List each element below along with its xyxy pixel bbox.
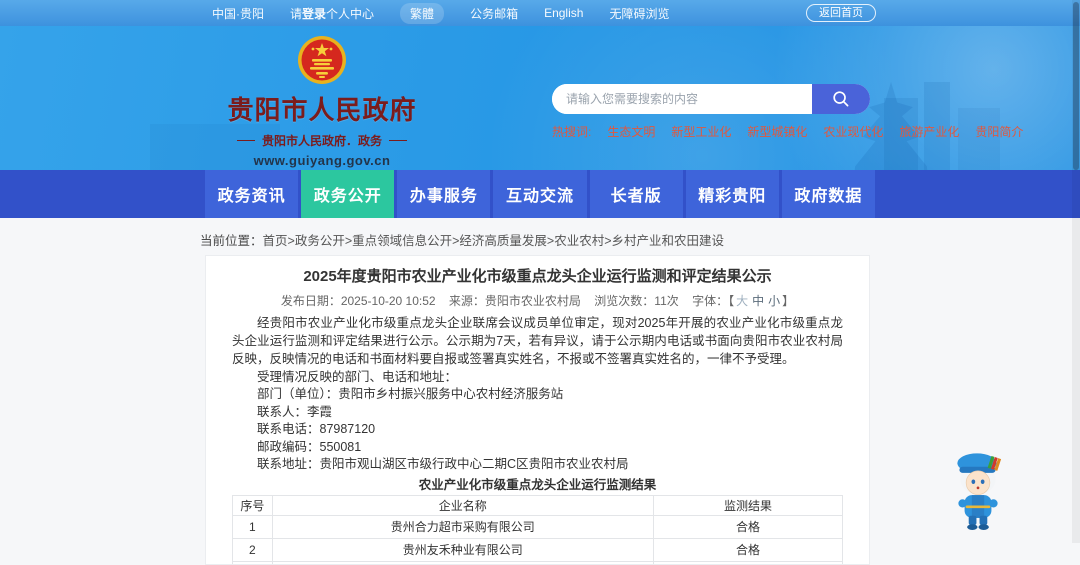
search-button[interactable] [812,84,870,114]
table-cell: 合格 [653,515,842,538]
page-body: 当前位置：首页>政务公开>重点领域信息公开>经济高质量发展>农业农村>乡村产业和… [0,218,1080,543]
topbar-login-link[interactable]: 请登录个人中心 [290,5,374,22]
site-name: 贵阳市人民政府 [222,90,422,127]
nav-item-elderly[interactable]: 长者版 [590,170,683,218]
topbar-link-english[interactable]: English [544,6,583,20]
assistant-mascot[interactable] [946,448,1010,534]
search-input[interactable] [552,84,812,114]
topbar-link-traditional[interactable]: 繁體 [400,3,444,24]
table-header-cell: 企业名称 [272,495,653,515]
article-body: 经贵阳市农业产业化市级重点龙头企业联席会议成员单位审定，现对2025年开展的农业… [232,314,843,474]
site-logo[interactable]: 贵阳市人民政府 贵阳市人民政府．政务 www.guiyang.gov.cn [222,34,422,168]
login-suffix: 个人中心 [326,7,374,21]
article-meta: 发布日期：2025-10-20 10:52 来源：贵阳市农业农村局 浏览次数：1… [232,294,843,308]
table-header-row: 序号 企业名称 监测结果 [233,495,843,515]
nav-item-services[interactable]: 办事服务 [397,170,490,218]
table-caption: 农业产业化市级重点龙头企业运行监测结果 [232,478,843,492]
topbar-link-mail[interactable]: 公务邮箱 [470,5,518,22]
table-cell: 贵州友禾种业有限公司 [272,538,653,561]
header-banner: 贵阳市人民政府 贵阳市人民政府．政务 www.guiyang.gov.cn 热搜… [0,26,1080,170]
search-bar [552,84,870,114]
publish-date: 发布日期：2025-10-20 10:52 [281,294,436,308]
table-cell: 合格 [653,561,842,565]
breadcrumb: 当前位置：首页>政务公开>重点领域信息公开>经济高质量发展>农业农村>乡村产业和… [200,230,724,249]
main-nav-bar: 政务资讯 政务公开 办事服务 互动交流 长者版 精彩贵阳 政府数据 [0,170,1080,218]
scrollbar-thumb[interactable] [1073,2,1079,170]
contact-line: 部门（单位）：贵阳市乡村振兴服务中心农村经济服务站 [232,386,843,404]
contact-line: 联系地址：贵阳市观山湖区市级行政中心二期C区贵阳市农业农村局 [232,456,843,474]
table-cell: 3 [233,561,273,565]
nav-item-data[interactable]: 政府数据 [782,170,875,218]
table-row: 1 贵州合力超市采购有限公司 合格 [233,515,843,538]
article-source: 来源：贵阳市农业农村局 [449,294,581,308]
topbar-link-region[interactable]: 中国·贵阳 [212,5,264,22]
breadcrumb-label: 当前位置： [200,234,263,248]
site-subtitle-text: 贵阳市人民政府．政务 [262,132,382,149]
hot-search-word[interactable]: 新型工业化 [671,123,731,140]
hot-search-word[interactable]: 旅游产业化 [899,123,959,140]
nav-item-news[interactable]: 政务资讯 [205,170,298,218]
table-row: 3 贵州松果鲜农产品有限公司 合格 [233,561,843,565]
article-title: 2025年度贵阳市农业产业化市级重点龙头企业运行监测和评定结果公示 [232,268,843,286]
table-cell: 贵州松果鲜农产品有限公司 [272,561,653,565]
site-subtitle: 贵阳市人民政府．政务 [222,132,422,149]
font-size-large[interactable]: 大 [736,294,748,308]
search-icon [831,89,851,109]
font-size-label-close: 】 [782,294,794,308]
table-header-cell: 监测结果 [653,495,842,515]
table-cell: 1 [233,515,273,538]
site-url: www.guiyang.gov.cn [222,153,422,168]
hot-search-label: 热搜词: [552,123,591,140]
article-paragraph: 受理情况反映的部门、电话和地址： [232,368,843,386]
nav-item-interaction[interactable]: 互动交流 [493,170,586,218]
breadcrumb-path[interactable]: 首页>政务公开>重点领域信息公开>经济高质量发展>农业农村>乡村产业和农田建设 [263,234,725,248]
article-card: 2025年度贵阳市农业产业化市级重点龙头企业运行监测和评定结果公示 发布日期：2… [205,255,870,565]
national-emblem-icon [296,34,348,88]
hot-search-word[interactable]: 农业现代化 [823,123,883,140]
table-row: 2 贵州友禾种业有限公司 合格 [233,538,843,561]
login-strong: 登录 [302,7,326,21]
view-count: 浏览次数：11次 [594,294,678,308]
hot-search-row: 热搜词: 生态文明 新型工业化 新型城镇化 农业现代化 旅游产业化 贵阳简介 [552,123,1023,140]
contact-line: 邮政编码：550081 [232,439,843,457]
results-table: 序号 企业名称 监测结果 1 贵州合力超市采购有限公司 合格 2 贵州友禾种业有… [232,495,843,565]
font-size-label: 字体：【 [692,294,734,308]
nav-item-highlights[interactable]: 精彩贵阳 [686,170,779,218]
hot-search-word[interactable]: 贵阳简介 [975,123,1023,140]
top-utility-bar: 中国·贵阳 请登录个人中心 繁體 公务邮箱 English 无障碍浏览 返回首页 [0,0,1080,26]
hot-search-word[interactable]: 新型城镇化 [747,123,807,140]
nav-item-disclosure[interactable]: 政务公开 [301,170,394,218]
contact-line: 联系电话：87987120 [232,421,843,439]
article-paragraph: 经贵阳市农业产业化市级重点龙头企业联席会议成员单位审定，现对2025年开展的农业… [232,314,843,368]
table-cell: 合格 [653,538,842,561]
topbar-link-accessibility[interactable]: 无障碍浏览 [609,5,669,22]
font-size-medium[interactable]: 中 [752,294,764,308]
hot-search-word[interactable]: 生态文明 [607,123,655,140]
login-prefix: 请 [290,7,302,21]
font-size-small[interactable]: 小 [768,294,780,308]
table-header-cell: 序号 [233,495,273,515]
table-cell: 贵州合力超市采购有限公司 [272,515,653,538]
contact-line: 联系人：李霞 [232,404,843,422]
scrollbar-track[interactable] [1072,0,1080,543]
home-button[interactable]: 返回首页 [806,4,876,22]
table-cell: 2 [233,538,273,561]
